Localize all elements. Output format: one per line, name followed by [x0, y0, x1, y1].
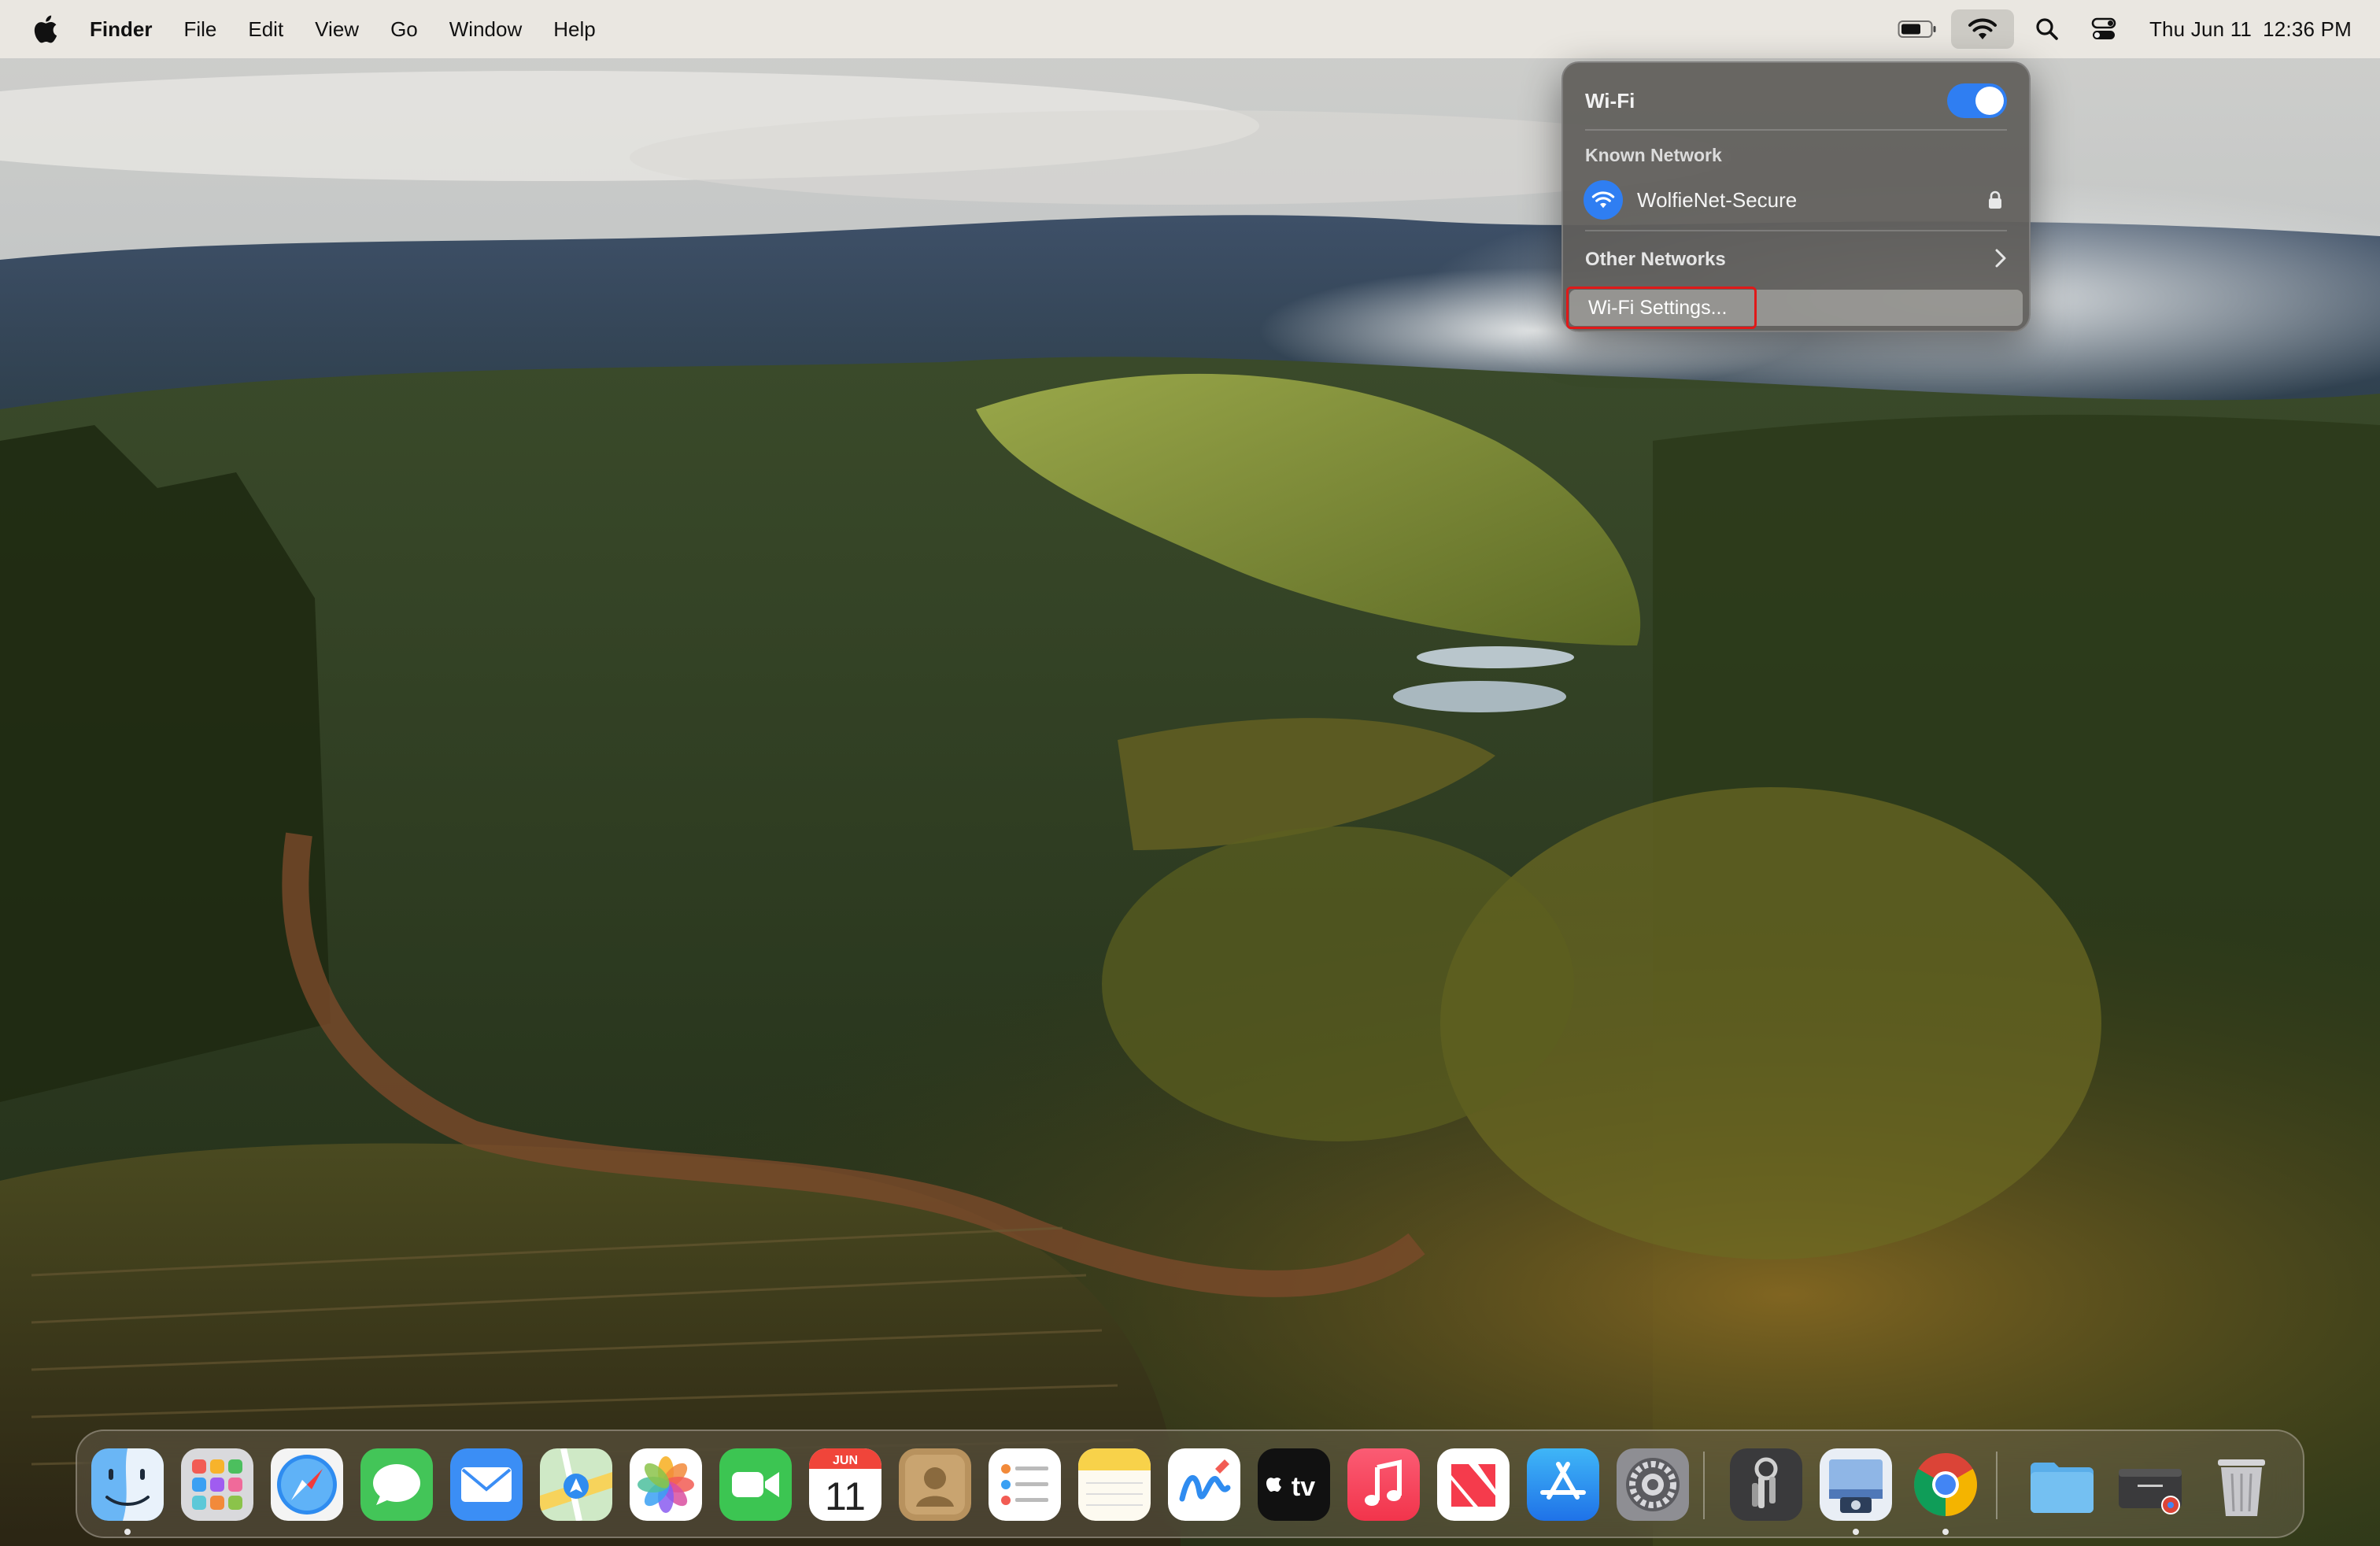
dock-contacts-icon[interactable]	[899, 1448, 971, 1521]
dock-chrome-icon[interactable]	[1909, 1448, 1982, 1521]
dock-separator	[1703, 1452, 1705, 1519]
divider	[1585, 230, 2007, 231]
dock-preview-icon[interactable]	[1820, 1448, 1892, 1521]
dock-messages-icon[interactable]	[360, 1448, 433, 1521]
dock-chrome-app-window-icon[interactable]	[2114, 1448, 2186, 1521]
calendar-day-text: 11	[825, 1474, 866, 1518]
menu-window[interactable]: Window	[434, 0, 538, 58]
tv-label: tv	[1292, 1472, 1315, 1502]
dock-safari-icon[interactable]	[271, 1448, 343, 1521]
dock-music-icon[interactable]	[1347, 1448, 1420, 1521]
clock-date: Thu Jun 11	[2149, 17, 2252, 41]
dock-downloads-folder-icon[interactable]	[2026, 1448, 2098, 1521]
wifi-status-icon[interactable]	[1950, 9, 2014, 49]
wifi-toggle-knob	[1975, 87, 2004, 115]
dock-notes-icon[interactable]	[1078, 1448, 1151, 1521]
lock-icon	[1986, 190, 2004, 210]
dock-keychain-access-icon[interactable]	[1730, 1448, 1802, 1521]
calendar-month-text: JUN	[833, 1454, 858, 1467]
control-center-icon[interactable]	[2080, 9, 2127, 49]
dock: JUN 11 tv	[76, 1429, 2304, 1538]
dock-trash-icon[interactable]	[2205, 1448, 2278, 1521]
menu-go[interactable]: Go	[375, 0, 434, 58]
known-network-heading: Known Network	[1585, 145, 1722, 165]
wifi-panel-title: Wi-Fi	[1585, 88, 1635, 113]
other-networks-label: Other Networks	[1585, 249, 1726, 270]
known-network-name: WolfieNet-Secure	[1637, 187, 1798, 212]
dock-reminders-icon[interactable]	[989, 1448, 1061, 1521]
dock-finder-icon[interactable]	[91, 1448, 164, 1521]
dock-facetime-icon[interactable]	[719, 1448, 792, 1521]
other-networks-row[interactable]: Other Networks	[1585, 238, 2007, 282]
chevron-right-icon	[1994, 248, 2007, 272]
wifi-network-icon	[1584, 180, 1623, 220]
wifi-settings-label: Wi-Fi Settings...	[1588, 296, 1728, 319]
clock-time: 12:36 PM	[2263, 17, 2352, 41]
menu-file[interactable]: File	[168, 0, 232, 58]
dock-app-store-icon[interactable]	[1527, 1448, 1599, 1521]
dock-separator	[1996, 1452, 1998, 1519]
menu-app-name[interactable]: Finder	[88, 0, 168, 58]
dock-maps-icon[interactable]	[540, 1448, 612, 1521]
menu-view[interactable]: View	[299, 0, 375, 58]
dock-news-icon[interactable]	[1437, 1448, 1510, 1521]
menu-bar-clock[interactable]: Thu Jun 11 12:36 PM	[2149, 17, 2352, 42]
dock-calendar-icon[interactable]: JUN 11	[809, 1448, 881, 1521]
wifi-menu-panel: Wi-Fi Known Network WolfieNet-Secure Oth…	[1561, 61, 2031, 332]
wifi-settings-item[interactable]: Wi-Fi Settings...	[1569, 290, 2023, 326]
menu-bar: Finder File Edit View Go Window Help Thu…	[0, 0, 2380, 58]
divider	[1585, 129, 2007, 131]
menu-edit[interactable]: Edit	[232, 0, 299, 58]
apple-menu-icon[interactable]	[30, 13, 61, 45]
running-indicator	[1942, 1529, 1949, 1535]
wifi-panel-header: Wi-Fi	[1585, 83, 2007, 118]
dock-freeform-icon[interactable]	[1168, 1448, 1240, 1521]
running-indicator	[1853, 1529, 1859, 1535]
dock-photos-icon[interactable]	[630, 1448, 702, 1521]
battery-icon[interactable]	[1893, 9, 1942, 49]
dock-launchpad-icon[interactable]	[181, 1448, 253, 1521]
dock-tv-icon[interactable]: tv	[1258, 1448, 1330, 1521]
wifi-toggle[interactable]	[1947, 83, 2007, 118]
known-network-row[interactable]: WolfieNet-Secure	[1584, 178, 2007, 222]
spotlight-search-icon[interactable]	[2023, 9, 2071, 49]
dock-mail-icon[interactable]	[450, 1448, 523, 1521]
running-indicator	[124, 1529, 131, 1535]
dock-system-settings-icon[interactable]	[1617, 1448, 1689, 1521]
menu-help[interactable]: Help	[538, 0, 611, 58]
status-area: Thu Jun 11 12:36 PM	[1888, 0, 2380, 58]
